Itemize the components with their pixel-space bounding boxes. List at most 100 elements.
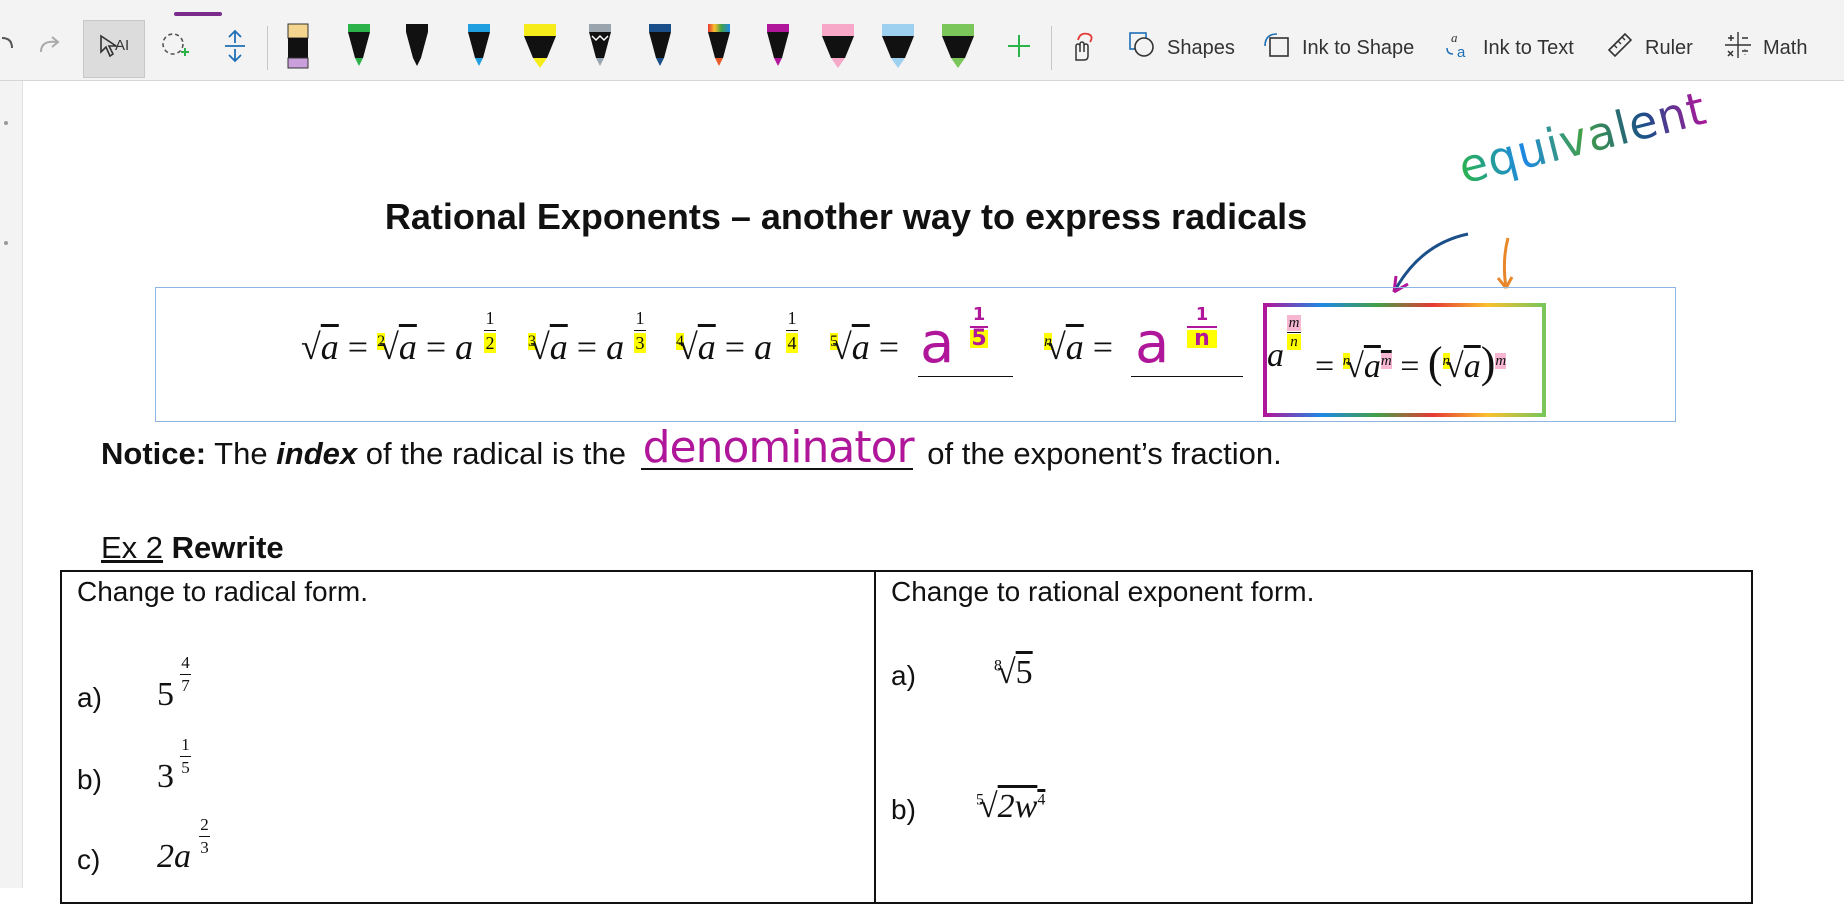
formula-fifth-root: 5√a = — [830, 327, 900, 367]
ink-to-text-icon: aa — [1443, 30, 1473, 66]
denominator: 4 — [786, 333, 798, 353]
redo-icon — [37, 34, 65, 63]
draw-toolbar: AI Shapes Ink to Shape a a Ink to Text R… — [0, 0, 1844, 81]
touch-draw-button[interactable] — [1063, 20, 1099, 76]
add-pen-button[interactable] — [1004, 20, 1034, 76]
highlighter-pink[interactable] — [818, 22, 858, 70]
radicand: a — [697, 327, 716, 367]
equivalence-radical-form: = n√am = (n√a)m — [1315, 338, 1507, 387]
left-column-header: Change to radical form. — [77, 576, 369, 607]
radicand: a — [1363, 348, 1381, 385]
equals-sign: = — [724, 327, 746, 367]
problem-exponent: 2 3 — [199, 816, 210, 857]
formula-row: √a = 2√a = a 1 2 3√a = a 1 3 4√a = a 1 4… — [156, 288, 1675, 421]
ink-to-text-label: Ink to Text — [1483, 36, 1574, 59]
equivalent-ink-annotation: equivalent — [1453, 79, 1722, 210]
exponent-base: a — [754, 327, 773, 367]
equals-sign: = — [1315, 348, 1335, 385]
math-label: Math — [1763, 36, 1808, 59]
equals-sign: = — [425, 327, 447, 367]
toolbar-separator — [267, 26, 268, 70]
shapes-icon — [1127, 30, 1157, 66]
denominator: 7 — [181, 676, 190, 695]
denominator: 3 — [634, 333, 646, 353]
eraser-tool[interactable] — [281, 22, 315, 70]
denominator: 3 — [200, 838, 209, 857]
pen-navy[interactable] — [643, 22, 677, 70]
pen-magenta[interactable] — [761, 22, 795, 70]
draw-tab-indicator — [174, 12, 222, 16]
pen-black[interactable] — [400, 22, 434, 70]
equivalent-ink-text: equivalent — [1453, 80, 1712, 195]
pen-rainbow[interactable] — [702, 22, 736, 70]
denominator: 5 — [181, 758, 190, 777]
problem-label: b) — [77, 764, 102, 795]
toolbar-separator — [1051, 26, 1052, 70]
lasso-add-button[interactable] — [155, 20, 195, 76]
fraction-exponent-m-n: m n — [1287, 315, 1301, 350]
example-word: Rewrite — [171, 530, 284, 565]
ink-answer-denominator: denominator — [642, 422, 915, 473]
numerator: 4 — [181, 653, 190, 672]
radicand: a — [549, 327, 568, 367]
ink-denominator: 5 — [970, 326, 988, 351]
exponent-base: a — [1267, 337, 1284, 374]
problem-label: a) — [77, 682, 102, 713]
pen-gray[interactable] — [583, 22, 617, 70]
fraction-exponent: 1 4 — [786, 308, 798, 353]
problem-expression: 5 — [157, 676, 174, 714]
ink-answer-base: a — [1135, 311, 1170, 376]
problem-expression: 3 — [157, 758, 174, 796]
ink-to-text-button[interactable]: aa Ink to Text — [1443, 30, 1574, 66]
insert-space-button[interactable] — [215, 20, 255, 76]
problem-expression: 8√5 — [994, 654, 1033, 691]
highlighter-green[interactable] — [938, 22, 978, 70]
problem-label: b) — [891, 794, 916, 825]
math-button[interactable]: Math — [1723, 30, 1807, 66]
radicand: a — [320, 327, 339, 367]
numerator-m: m — [1287, 315, 1301, 331]
example-number: Ex 2 — [101, 530, 164, 565]
svg-text:AI: AI — [115, 37, 129, 54]
ink-answer-exponent: 1 n — [1187, 304, 1217, 350]
notice-text-2: of the radical is the — [365, 436, 626, 471]
lasso-select-button[interactable]: AI — [83, 20, 145, 78]
radicand: a — [398, 327, 417, 367]
ruler-button[interactable]: Ruler — [1605, 30, 1693, 66]
highlighter-light-blue[interactable] — [878, 22, 918, 70]
denominator-n: n — [1287, 334, 1301, 350]
fraction-exponent: 1 3 — [634, 308, 646, 353]
ink-numerator: 1 — [1195, 304, 1209, 325]
pen-green[interactable] — [342, 22, 376, 70]
redo-button[interactable] — [34, 20, 68, 76]
problem-exponent: 4 7 — [180, 654, 191, 695]
formula-nth-root: n√a = — [1044, 327, 1114, 367]
ribbon-tabs — [0, 0, 1844, 6]
undo-button[interactable] — [0, 20, 20, 76]
ink-answer-exponent: 1 5 — [970, 306, 988, 351]
numerator: 1 — [635, 308, 645, 328]
problem-exponent: 1 5 — [180, 736, 191, 777]
svg-text:a: a — [1451, 30, 1458, 45]
numerator: 1 — [787, 308, 797, 328]
formula-cube-root: 3√a = a — [528, 327, 625, 367]
pen-blue[interactable] — [462, 22, 496, 70]
ink-to-shape-icon — [1262, 30, 1292, 66]
svg-text:a: a — [1457, 44, 1466, 60]
shapes-button[interactable]: Shapes — [1127, 30, 1235, 66]
notice-index-word: index — [276, 436, 358, 471]
highlighter-yellow[interactable] — [520, 22, 560, 70]
equals-sign: = — [878, 327, 900, 367]
left-column-cell: Change to radical form. a) 5 4 7 b) 3 1 … — [60, 570, 876, 904]
ink-to-shape-button[interactable]: Ink to Shape — [1262, 30, 1414, 66]
problem-expression: 5√2w4 — [976, 788, 1046, 825]
equals-sign: = — [347, 327, 369, 367]
right-column-header: Change to rational exponent form. — [891, 576, 1315, 607]
answer-blank-fifth-root: a 1 5 — [918, 306, 1013, 377]
formula-fourth-root: 4√a = a — [676, 327, 773, 367]
notice-line: Notice: The index of the radical is the … — [101, 422, 1282, 473]
denominator: 2 — [484, 333, 496, 353]
notice-lead: Notice: — [101, 436, 207, 471]
exponent-base: a — [455, 327, 474, 367]
touch-draw-icon — [1066, 30, 1096, 67]
